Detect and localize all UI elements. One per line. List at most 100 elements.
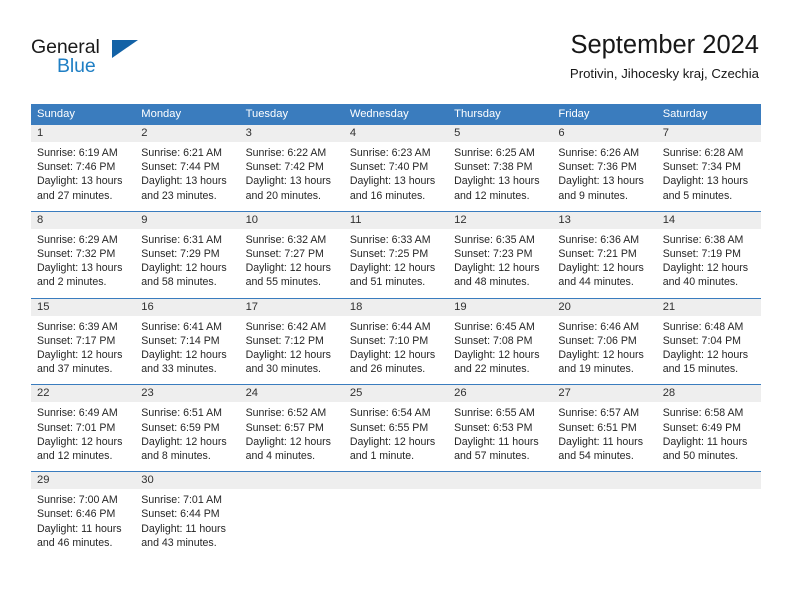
sunset-text: Sunset: 6:51 PM: [558, 421, 637, 434]
day-details: Sunrise: 6:52 AM Sunset: 6:57 PM Dayligh…: [240, 402, 344, 471]
sunset-text: Sunset: 7:17 PM: [37, 334, 116, 347]
calendar-day-cell[interactable]: 26 Sunrise: 6:55 AM Sunset: 6:53 PM Dayl…: [448, 385, 553, 472]
page-subtitle: Protivin, Jihocesky kraj, Czechia: [569, 66, 759, 81]
daylight-text-line1: Daylight: 13 hours: [245, 175, 331, 188]
sunrise-text: Sunrise: 6:58 AM: [662, 407, 744, 420]
sunset-text: Sunset: 7:32 PM: [37, 248, 116, 261]
calendar-day-cell[interactable]: 9 Sunrise: 6:31 AM Sunset: 7:29 PM Dayli…: [135, 211, 240, 298]
calendar-day-cell-empty: [343, 472, 449, 559]
sunset-text: Sunset: 7:06 PM: [558, 334, 637, 347]
calendar-day-cell[interactable]: 28 Sunrise: 6:58 AM Sunset: 6:49 PM Dayl…: [656, 385, 761, 472]
day-details: Sunrise: 6:58 AM Sunset: 6:49 PM Dayligh…: [657, 402, 761, 471]
day-details: Sunrise: 6:54 AM Sunset: 6:55 PM Dayligh…: [344, 402, 448, 471]
day-number: [239, 472, 344, 490]
day-number: 10: [239, 211, 344, 229]
weekday-header-row: Sunday Monday Tuesday Wednesday Thursday…: [31, 104, 761, 124]
daylight-text-line1: Daylight: 13 hours: [141, 175, 227, 188]
calendar-day-cell[interactable]: 22 Sunrise: 6:49 AM Sunset: 7:01 PM Dayl…: [31, 385, 136, 472]
calendar-day-cell[interactable]: 20 Sunrise: 6:46 AM Sunset: 7:06 PM Dayl…: [552, 298, 657, 385]
sunset-text: Sunset: 6:49 PM: [662, 421, 742, 434]
calendar-day-cell[interactable]: 11 Sunrise: 6:33 AM Sunset: 7:25 PM Dayl…: [343, 211, 449, 298]
day-details: Sunrise: 6:26 AM Sunset: 7:36 PM Dayligh…: [552, 142, 656, 211]
calendar-day-cell[interactable]: 13 Sunrise: 6:36 AM Sunset: 7:21 PM Dayl…: [552, 211, 657, 298]
sunset-text: Sunset: 7:36 PM: [558, 161, 637, 174]
calendar-day-cell[interactable]: 7 Sunrise: 6:28 AM Sunset: 7:34 PM Dayli…: [656, 125, 761, 211]
calendar-day-cell[interactable]: 30 Sunrise: 7:01 AM Sunset: 6:44 PM Dayl…: [135, 472, 240, 559]
daylight-text-line2: and 37 minutes.: [37, 363, 113, 376]
calendar-day-cell[interactable]: 12 Sunrise: 6:35 AM Sunset: 7:23 PM Dayl…: [448, 211, 553, 298]
day-details: [657, 489, 761, 501]
calendar-day-cell[interactable]: 21 Sunrise: 6:48 AM Sunset: 7:04 PM Dayl…: [656, 298, 761, 385]
calendar-day-cell[interactable]: 16 Sunrise: 6:41 AM Sunset: 7:14 PM Dayl…: [135, 298, 240, 385]
brand-logo[interactable]: General Blue: [31, 36, 151, 80]
day-details: Sunrise: 6:29 AM Sunset: 7:32 PM Dayligh…: [31, 229, 135, 298]
calendar-day-cell[interactable]: 2 Sunrise: 6:21 AM Sunset: 7:44 PM Dayli…: [135, 125, 240, 211]
daylight-text-line2: and 57 minutes.: [454, 450, 530, 463]
sunrise-text: Sunrise: 6:51 AM: [141, 407, 222, 420]
page-header: General Blue September 2024 Protivin, Ji…: [0, 0, 792, 100]
sunset-text: Sunset: 7:08 PM: [454, 334, 533, 347]
daylight-text-line2: and 9 minutes.: [558, 189, 628, 202]
calendar-day-cell-empty: [239, 472, 344, 559]
weekday-header-saturday: Saturday: [662, 108, 708, 120]
sunrise-text: Sunrise: 6:54 AM: [349, 407, 431, 420]
calendar-day-cell[interactable]: 10 Sunrise: 6:32 AM Sunset: 7:27 PM Dayl…: [239, 211, 344, 298]
daylight-text-line2: and 4 minutes.: [245, 450, 316, 463]
sunset-text: Sunset: 7:27 PM: [245, 248, 324, 261]
daylight-text-line2: and 55 minutes.: [245, 276, 321, 289]
daylight-text-line2: and 30 minutes.: [245, 363, 321, 376]
daylight-text-line2: and 16 minutes.: [349, 189, 426, 202]
sunrise-text: Sunrise: 6:46 AM: [558, 320, 640, 333]
calendar-day-cell[interactable]: 1 Sunrise: 6:19 AM Sunset: 7:46 PM Dayli…: [31, 125, 136, 211]
day-number: 24: [239, 385, 344, 403]
day-number: 18: [343, 298, 449, 316]
page-title: September 2024: [570, 31, 759, 59]
weekday-header-friday: Friday: [558, 108, 590, 120]
calendar-day-cell[interactable]: 6 Sunrise: 6:26 AM Sunset: 7:36 PM Dayli…: [552, 125, 657, 211]
day-details: Sunrise: 6:57 AM Sunset: 6:51 PM Dayligh…: [552, 402, 656, 471]
calendar-grid: Sunday Monday Tuesday Wednesday Thursday…: [31, 104, 761, 559]
calendar-day-cell[interactable]: 19 Sunrise: 6:45 AM Sunset: 7:08 PM Dayl…: [448, 298, 553, 385]
calendar-day-cell[interactable]: 24 Sunrise: 6:52 AM Sunset: 6:57 PM Dayl…: [239, 385, 344, 472]
day-number: 7: [656, 125, 761, 142]
sunset-text: Sunset: 7:10 PM: [349, 334, 429, 347]
sunset-text: Sunset: 6:46 PM: [37, 508, 116, 521]
sunset-text: Sunset: 6:44 PM: [141, 508, 220, 521]
day-number: 1: [31, 125, 136, 142]
calendar-day-cell[interactable]: 5 Sunrise: 6:25 AM Sunset: 7:38 PM Dayli…: [448, 125, 553, 211]
calendar-day-cell[interactable]: 15 Sunrise: 6:39 AM Sunset: 7:17 PM Dayl…: [31, 298, 136, 385]
daylight-text-line2: and 5 minutes.: [662, 189, 733, 202]
calendar-day-cell[interactable]: 23 Sunrise: 6:51 AM Sunset: 6:59 PM Dayl…: [135, 385, 240, 472]
sunset-text: Sunset: 7:40 PM: [349, 161, 429, 174]
day-number: 22: [31, 385, 136, 403]
day-details: Sunrise: 7:00 AM Sunset: 6:46 PM Dayligh…: [31, 489, 135, 558]
calendar-day-cell[interactable]: 18 Sunrise: 6:44 AM Sunset: 7:10 PM Dayl…: [343, 298, 449, 385]
calendar-day-cell[interactable]: 25 Sunrise: 6:54 AM Sunset: 6:55 PM Dayl…: [343, 385, 449, 472]
daylight-text-line2: and 43 minutes.: [141, 536, 217, 549]
sunset-text: Sunset: 7:23 PM: [454, 248, 533, 261]
calendar-day-cell[interactable]: 3 Sunrise: 6:22 AM Sunset: 7:42 PM Dayli…: [239, 125, 344, 211]
daylight-text-line2: and 12 minutes.: [37, 450, 113, 463]
day-details: Sunrise: 6:51 AM Sunset: 6:59 PM Dayligh…: [135, 402, 239, 471]
weekday-header-tuesday: Tuesday: [245, 108, 289, 120]
calendar-day-cell[interactable]: 17 Sunrise: 6:42 AM Sunset: 7:12 PM Dayl…: [239, 298, 344, 385]
day-number: 19: [448, 298, 553, 316]
daylight-text-line1: Daylight: 11 hours: [37, 522, 122, 535]
daylight-text-line1: Daylight: 12 hours: [349, 435, 436, 448]
daylight-text-line1: Daylight: 13 hours: [37, 262, 123, 275]
calendar-day-cell[interactable]: 29 Sunrise: 7:00 AM Sunset: 6:46 PM Dayl…: [31, 472, 136, 559]
day-number: 4: [343, 125, 449, 142]
calendar-day-cell[interactable]: 14 Sunrise: 6:38 AM Sunset: 7:19 PM Dayl…: [656, 211, 761, 298]
daylight-text-line1: Daylight: 13 hours: [349, 175, 436, 188]
daylight-text-line1: Daylight: 12 hours: [662, 262, 749, 275]
daylight-text-line2: and 22 minutes.: [454, 363, 530, 376]
calendar-day-cell[interactable]: 4 Sunrise: 6:23 AM Sunset: 7:40 PM Dayli…: [343, 125, 449, 211]
daylight-text-line1: Daylight: 13 hours: [454, 175, 540, 188]
calendar-day-cell[interactable]: 27 Sunrise: 6:57 AM Sunset: 6:51 PM Dayl…: [552, 385, 657, 472]
sunset-text: Sunset: 7:42 PM: [245, 161, 324, 174]
sunset-text: Sunset: 7:29 PM: [141, 248, 220, 261]
sunrise-text: Sunrise: 7:00 AM: [37, 494, 118, 507]
sunrise-text: Sunrise: 6:19 AM: [37, 147, 118, 159]
calendar-day-cell[interactable]: 8 Sunrise: 6:29 AM Sunset: 7:32 PM Dayli…: [31, 211, 136, 298]
calendar-week-row: 22 Sunrise: 6:49 AM Sunset: 7:01 PM Dayl…: [31, 384, 761, 472]
